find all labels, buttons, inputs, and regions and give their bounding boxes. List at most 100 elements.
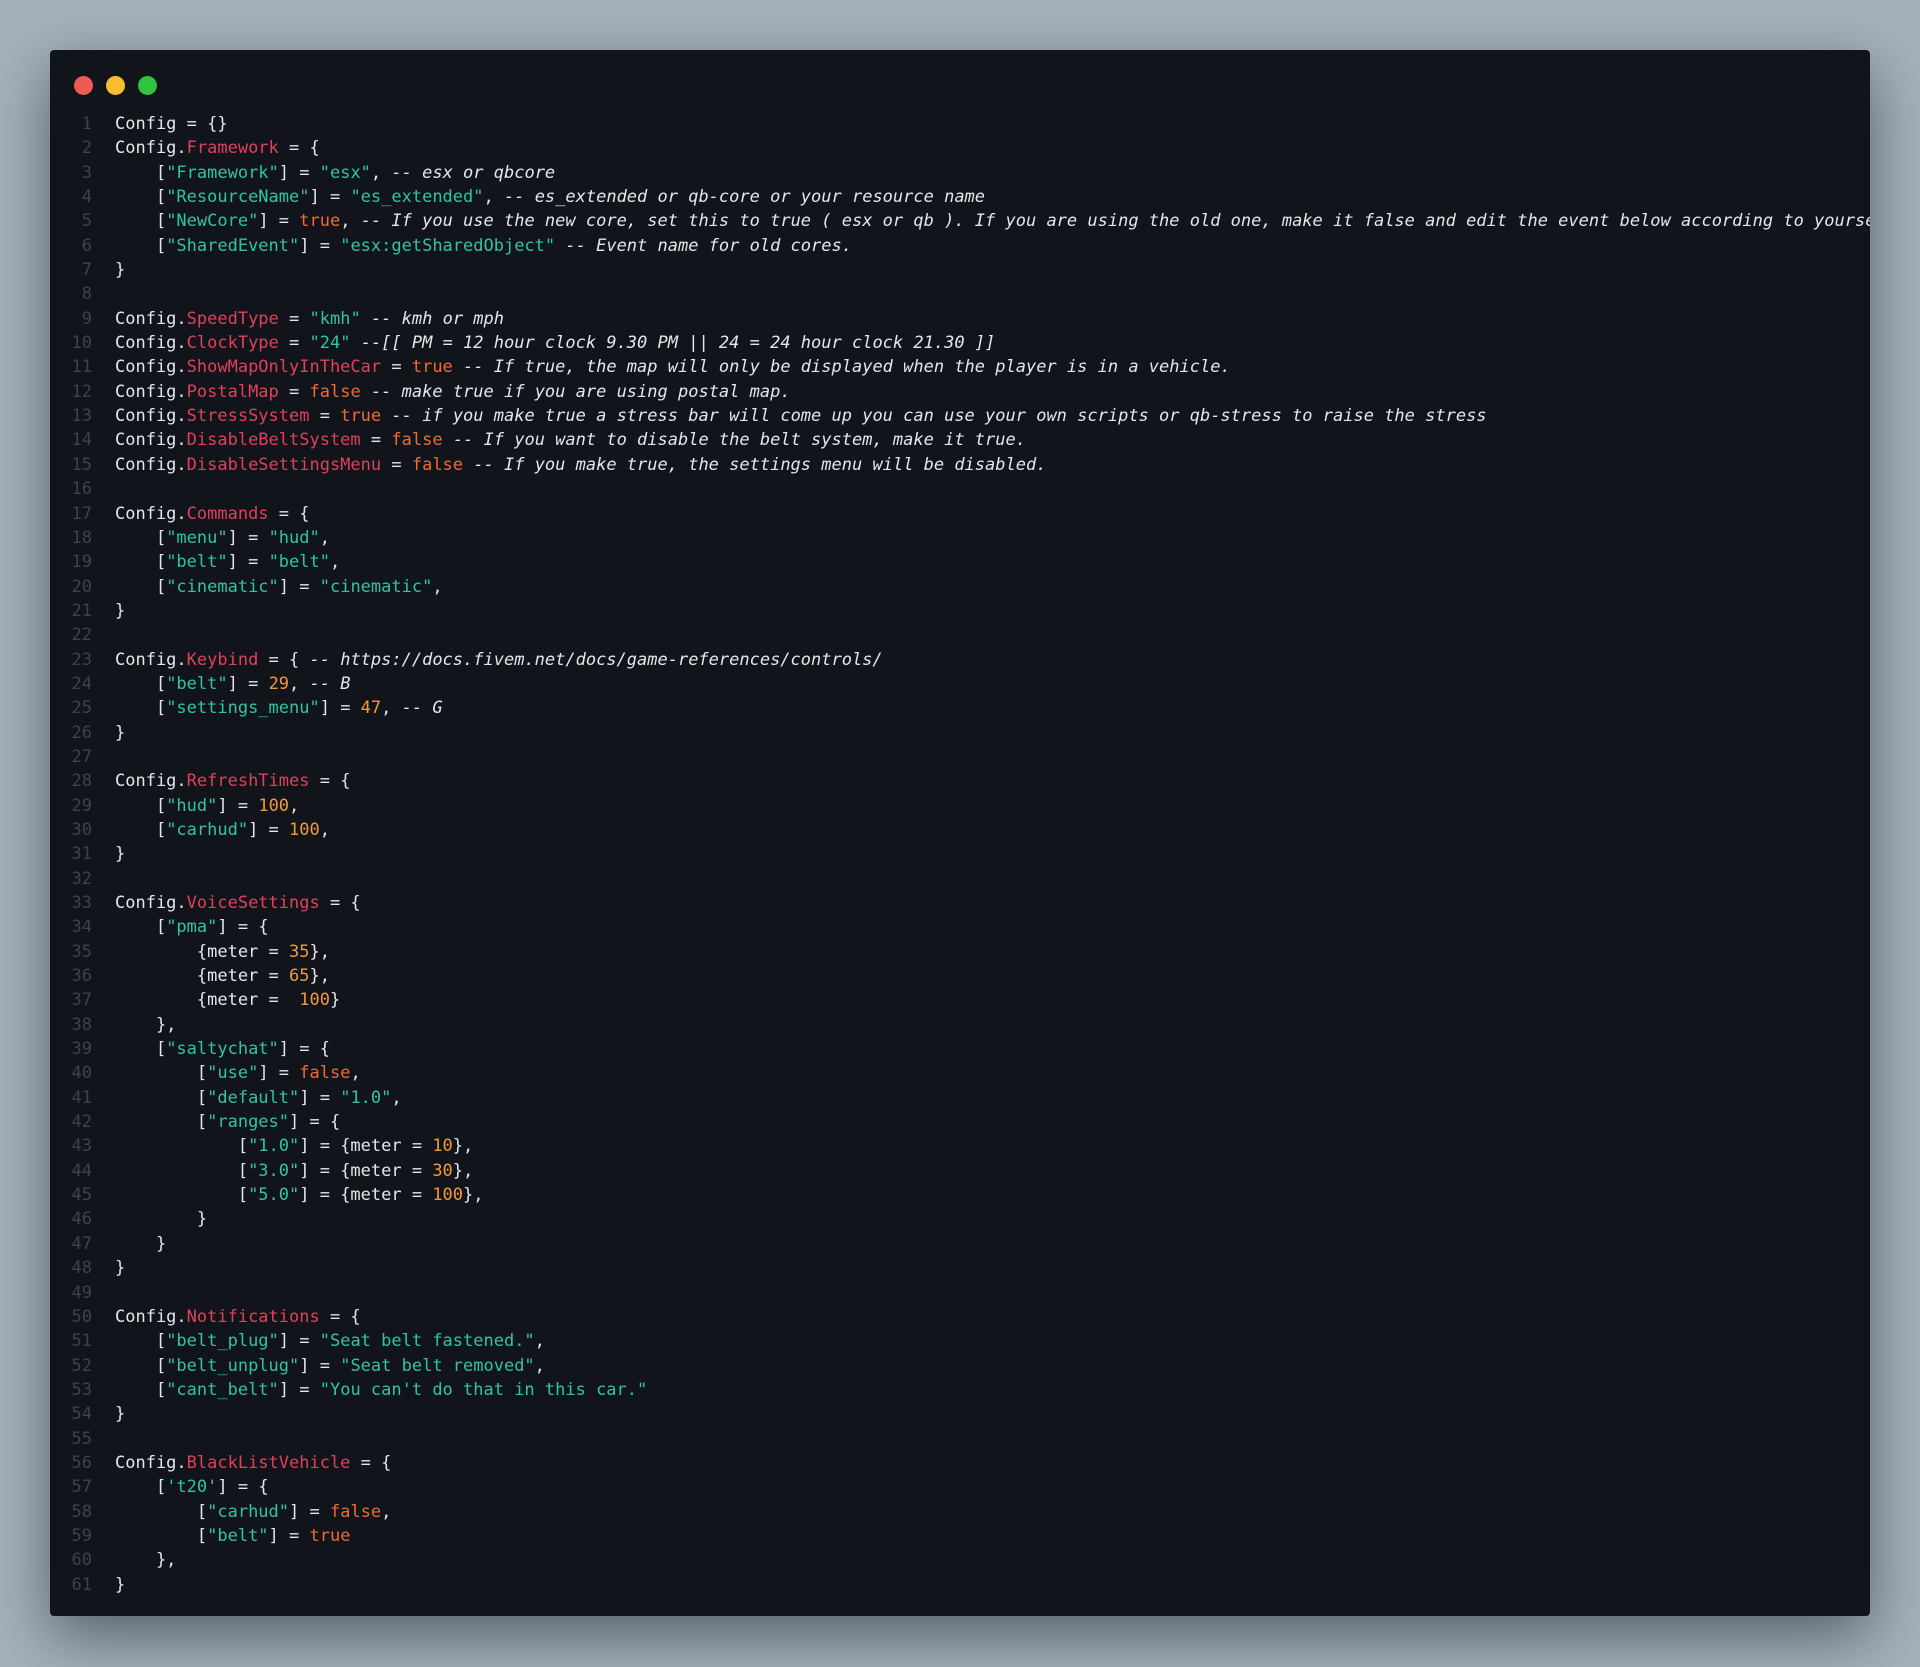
code-token: 10 bbox=[432, 1136, 453, 1157]
code-token: ] = bbox=[227, 527, 269, 548]
line-number: 4 bbox=[81, 187, 92, 208]
code-editor[interactable]: 1 Config = {} 2 Config.Framework = {3 ["Fra… bbox=[50, 112, 1870, 1597]
code-line: 7} bbox=[50, 258, 1870, 282]
code-token: -- make true if you are using postal map… bbox=[370, 381, 791, 402]
line-number: 15 bbox=[71, 454, 92, 475]
code-line: 36 {meter = 65}, bbox=[50, 964, 1870, 988]
code-line: 4 ["ResourceName"] = "es_extended", -- e… bbox=[50, 185, 1870, 209]
code-token: , bbox=[391, 1087, 402, 1108]
line-number: 14 bbox=[71, 430, 92, 451]
code-token: [ bbox=[115, 1379, 167, 1400]
code-token: [ bbox=[115, 1136, 249, 1157]
line-text: ["belt"] = 29, -- B bbox=[92, 672, 351, 696]
code-line: 42 ["ranges"] = { bbox=[50, 1110, 1870, 1134]
code-token: Config. bbox=[115, 357, 187, 378]
code-token: , bbox=[289, 795, 300, 816]
code-line: 11 Config.ShowMapOnlyInTheCar = true -- I… bbox=[50, 355, 1870, 379]
code-token: ] = { bbox=[217, 917, 269, 938]
line-text: ["SharedEvent"] = "esx:getSharedObject" … bbox=[92, 234, 852, 258]
code-window: 1 Config = {} 2 Config.Framework = {3 ["Fra… bbox=[50, 50, 1870, 1616]
code-line: 16 bbox=[50, 477, 1870, 501]
code-token: ] = { bbox=[289, 1112, 341, 1133]
code-token: false bbox=[299, 1063, 351, 1084]
code-line: 58 ["carhud"] = false, bbox=[50, 1500, 1870, 1524]
code-token: 30 bbox=[432, 1160, 453, 1181]
line-text: } bbox=[92, 1402, 125, 1426]
code-token: 100 bbox=[289, 819, 320, 840]
code-token: "Seat belt removed" bbox=[340, 1355, 535, 1376]
line-number: 7 bbox=[81, 260, 92, 281]
code-token: = bbox=[381, 357, 412, 378]
code-token: Notifications bbox=[186, 1306, 320, 1327]
code-token: Config. bbox=[115, 1306, 187, 1327]
code-token: , bbox=[319, 819, 330, 840]
minimize-button[interactable] bbox=[106, 76, 125, 95]
code-token: = { bbox=[268, 503, 310, 524]
code-token: "Framework" bbox=[166, 162, 279, 183]
code-token: 100 bbox=[299, 990, 330, 1011]
line-number: 28 bbox=[71, 771, 92, 792]
code-token: "esx:getSharedObject" bbox=[340, 235, 556, 256]
code-line: 32 bbox=[50, 867, 1870, 891]
line-text: } bbox=[92, 721, 125, 745]
code-token: = { bbox=[278, 138, 320, 159]
line-number: 45 bbox=[71, 1185, 92, 1206]
code-line: 44 ["3.0"] = {meter = 30}, bbox=[50, 1159, 1870, 1183]
code-line: 49 bbox=[50, 1281, 1870, 1305]
line-text bbox=[92, 282, 115, 306]
code-line: 51 ["belt_plug"] = "Seat belt fastened."… bbox=[50, 1329, 1870, 1353]
code-token: = bbox=[278, 333, 310, 354]
close-button[interactable] bbox=[74, 76, 93, 95]
code-token: -- G bbox=[401, 698, 443, 719]
line-number: 36 bbox=[71, 966, 92, 987]
code-line: 33 Config.VoiceSettings = { bbox=[50, 891, 1870, 915]
line-number: 60 bbox=[71, 1550, 92, 1571]
line-text: Config.DisableBeltSystem = false -- If y… bbox=[92, 428, 1026, 452]
code-token: ] = {meter = bbox=[299, 1136, 433, 1157]
code-token: Commands bbox=[186, 503, 269, 524]
code-line: 23 Config.Keybind = { -- https://docs.fiv… bbox=[50, 648, 1870, 672]
code-token: "menu" bbox=[166, 527, 228, 548]
code-token: [ bbox=[115, 1160, 249, 1181]
line-number: 18 bbox=[71, 527, 92, 548]
code-token: RefreshTimes bbox=[186, 771, 310, 792]
line-text: ["ranges"] = { bbox=[92, 1110, 340, 1134]
code-token: = bbox=[278, 308, 310, 329]
code-token: [ bbox=[115, 1477, 167, 1498]
code-token: ] = bbox=[248, 819, 290, 840]
line-text: ["belt_plug"] = "Seat belt fastened.", bbox=[92, 1329, 545, 1353]
code-token: BlackListVehicle bbox=[186, 1452, 351, 1473]
line-number: 2 bbox=[81, 138, 92, 159]
line-text: {meter = 35}, bbox=[92, 940, 330, 964]
line-number: 44 bbox=[71, 1160, 92, 1181]
code-line: 38 }, bbox=[50, 1013, 1870, 1037]
code-token: [ bbox=[115, 917, 167, 938]
code-line: 1 Config = {} bbox=[50, 112, 1870, 136]
code-token: "belt" bbox=[268, 552, 330, 573]
code-token: = { bbox=[350, 1452, 392, 1473]
line-text: ["pma"] = { bbox=[92, 915, 269, 939]
code-token: , bbox=[350, 1063, 361, 1084]
code-token: ] = bbox=[258, 211, 300, 232]
code-line: 60 }, bbox=[50, 1548, 1870, 1572]
line-text: Config.BlackListVehicle = { bbox=[92, 1451, 391, 1475]
code-line: 13 Config.StressSystem = true -- if you m… bbox=[50, 404, 1870, 428]
code-line: 3 ["Framework"] = "esx", -- esx or qbcor… bbox=[50, 161, 1870, 185]
line-text: Config.RefreshTimes = { bbox=[92, 769, 350, 793]
code-line: 35 {meter = 35}, bbox=[50, 940, 1870, 964]
code-token: , bbox=[289, 673, 310, 694]
code-token: ] = bbox=[278, 1331, 320, 1352]
code-token: "5.0" bbox=[248, 1185, 300, 1206]
code-token: "kmh" bbox=[309, 308, 361, 329]
code-token: false bbox=[411, 454, 464, 475]
code-token: } bbox=[115, 1233, 167, 1254]
code-token: 't20' bbox=[166, 1477, 218, 1498]
code-token: [ bbox=[115, 1185, 249, 1206]
line-number: 57 bbox=[71, 1477, 92, 1498]
code-token: ] = bbox=[278, 1379, 320, 1400]
code-line: 30 ["carhud"] = 100, bbox=[50, 818, 1870, 842]
zoom-button[interactable] bbox=[138, 76, 157, 95]
line-number: 9 bbox=[81, 308, 92, 329]
